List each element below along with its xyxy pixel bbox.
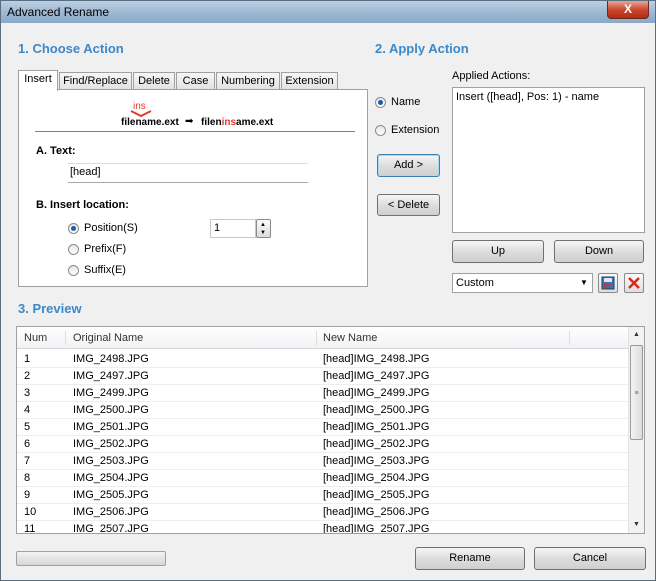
- stepper-down-icon[interactable]: ▼: [260, 230, 266, 236]
- tab-delete[interactable]: Delete: [133, 72, 175, 90]
- tab-extension[interactable]: Extension: [281, 72, 338, 90]
- save-preset-button[interactable]: [598, 273, 618, 293]
- stepper-arrows[interactable]: ▲ ▼: [256, 219, 271, 238]
- position-radio-label[interactable]: Position(S): [84, 222, 138, 234]
- extension-target-radio[interactable]: [375, 125, 386, 136]
- column-header-new-name[interactable]: New Name: [323, 332, 377, 344]
- add-action-button[interactable]: Add >: [377, 154, 440, 177]
- prefix-radio-label[interactable]: Prefix(F): [84, 243, 126, 255]
- name-target-radio[interactable]: [375, 97, 386, 108]
- preview-table-header: Num Original Name New Name: [17, 327, 629, 349]
- rename-button[interactable]: Rename: [415, 547, 525, 570]
- panel-divider: [35, 131, 355, 132]
- applied-actions-list[interactable]: Insert ([head], Pos: 1) - name: [452, 87, 645, 233]
- table-row[interactable]: 4 IMG_2500.JPG [head]IMG_2500.JPG: [17, 402, 629, 419]
- table-row[interactable]: 11 IMG_2507.JPG [head]IMG_2507.JPG: [17, 521, 629, 533]
- table-row[interactable]: 9 IMG_2505.JPG [head]IMG_2505.JPG: [17, 487, 629, 504]
- cancel-button[interactable]: Cancel: [534, 547, 646, 570]
- column-header-original-name[interactable]: Original Name: [73, 332, 143, 344]
- tab-find-replace[interactable]: Find/Replace: [59, 72, 132, 90]
- apply-action-heading: 2. Apply Action: [375, 41, 469, 56]
- table-row[interactable]: 10 IMG_2506.JPG [head]IMG_2506.JPG: [17, 504, 629, 521]
- table-row[interactable]: 8 IMG_2504.JPG [head]IMG_2504.JPG: [17, 470, 629, 487]
- table-row[interactable]: 1 IMG_2498.JPG [head]IMG_2498.JPG: [17, 351, 629, 368]
- scroll-down-icon[interactable]: ▼: [629, 517, 644, 533]
- position-radio[interactable]: [68, 223, 79, 234]
- stepper-up-icon[interactable]: ▲: [260, 222, 266, 228]
- preview-heading: 3. Preview: [18, 301, 82, 316]
- tab-numbering[interactable]: Numbering: [216, 72, 280, 90]
- name-target-label[interactable]: Name: [391, 96, 420, 108]
- suffix-radio-label[interactable]: Suffix(E): [84, 264, 126, 276]
- table-row[interactable]: 7 IMG_2503.JPG [head]IMG_2503.JPG: [17, 453, 629, 470]
- preset-value: Custom: [456, 277, 494, 289]
- illustration-before-name: filename.ext: [121, 117, 179, 128]
- table-row[interactable]: 2 IMG_2497.JPG [head]IMG_2497.JPG: [17, 368, 629, 385]
- table-row[interactable]: 5 IMG_2501.JPG [head]IMG_2501.JPG: [17, 419, 629, 436]
- window-title: Advanced Rename: [7, 5, 110, 19]
- arrow-right-icon: ➡: [185, 116, 194, 127]
- close-button[interactable]: X: [607, 1, 649, 19]
- insert-location-label: B. Insert location:: [36, 199, 129, 211]
- suffix-radio[interactable]: [68, 265, 79, 276]
- column-header-num[interactable]: Num: [24, 332, 47, 344]
- title-bar[interactable]: Advanced Rename X: [1, 1, 655, 23]
- extension-target-label[interactable]: Extension: [391, 124, 439, 136]
- save-icon: [601, 276, 615, 290]
- table-row[interactable]: 3 IMG_2499.JPG [head]IMG_2499.JPG: [17, 385, 629, 402]
- tab-case[interactable]: Case: [176, 72, 215, 90]
- move-up-button[interactable]: Up: [452, 240, 544, 263]
- scroll-up-icon[interactable]: ▲: [629, 327, 644, 343]
- close-icon: X: [623, 2, 632, 16]
- preview-table: Num Original Name New Name 1 IMG_2498.JP…: [16, 326, 645, 534]
- applied-action-item[interactable]: Insert ([head], Pos: 1) - name: [456, 91, 641, 103]
- delete-preset-button[interactable]: [624, 273, 644, 293]
- choose-action-heading: 1. Choose Action: [18, 41, 124, 56]
- chevron-down-icon[interactable]: ▼: [576, 274, 592, 292]
- advanced-rename-window: Advanced Rename X 1. Choose Action 2. Ap…: [0, 0, 656, 581]
- delete-x-icon: [628, 277, 640, 289]
- position-value[interactable]: 1: [210, 219, 256, 238]
- insert-text-field[interactable]: [head]: [68, 163, 308, 183]
- text-label: A. Text:: [36, 145, 76, 157]
- insert-panel: ins filename.ext ➡ fileninsame.ext A. Te…: [18, 89, 368, 287]
- delete-action-button[interactable]: < Delete: [377, 194, 440, 216]
- applied-actions-label: Applied Actions:: [452, 70, 531, 82]
- table-row[interactable]: 6 IMG_2502.JPG [head]IMG_2502.JPG: [17, 436, 629, 453]
- position-stepper[interactable]: 1 ▲ ▼: [210, 219, 274, 238]
- illustration-after-name: fileninsame.ext: [201, 117, 274, 128]
- preset-dropdown[interactable]: Custom ▼: [452, 273, 593, 293]
- tab-insert[interactable]: Insert: [18, 70, 58, 91]
- prefix-radio[interactable]: [68, 244, 79, 255]
- progress-bar: [16, 551, 166, 566]
- scrollbar-thumb[interactable]: ≡: [630, 345, 643, 440]
- preview-scrollbar[interactable]: ▲ ≡ ▼: [628, 327, 644, 533]
- move-down-button[interactable]: Down: [554, 240, 644, 263]
